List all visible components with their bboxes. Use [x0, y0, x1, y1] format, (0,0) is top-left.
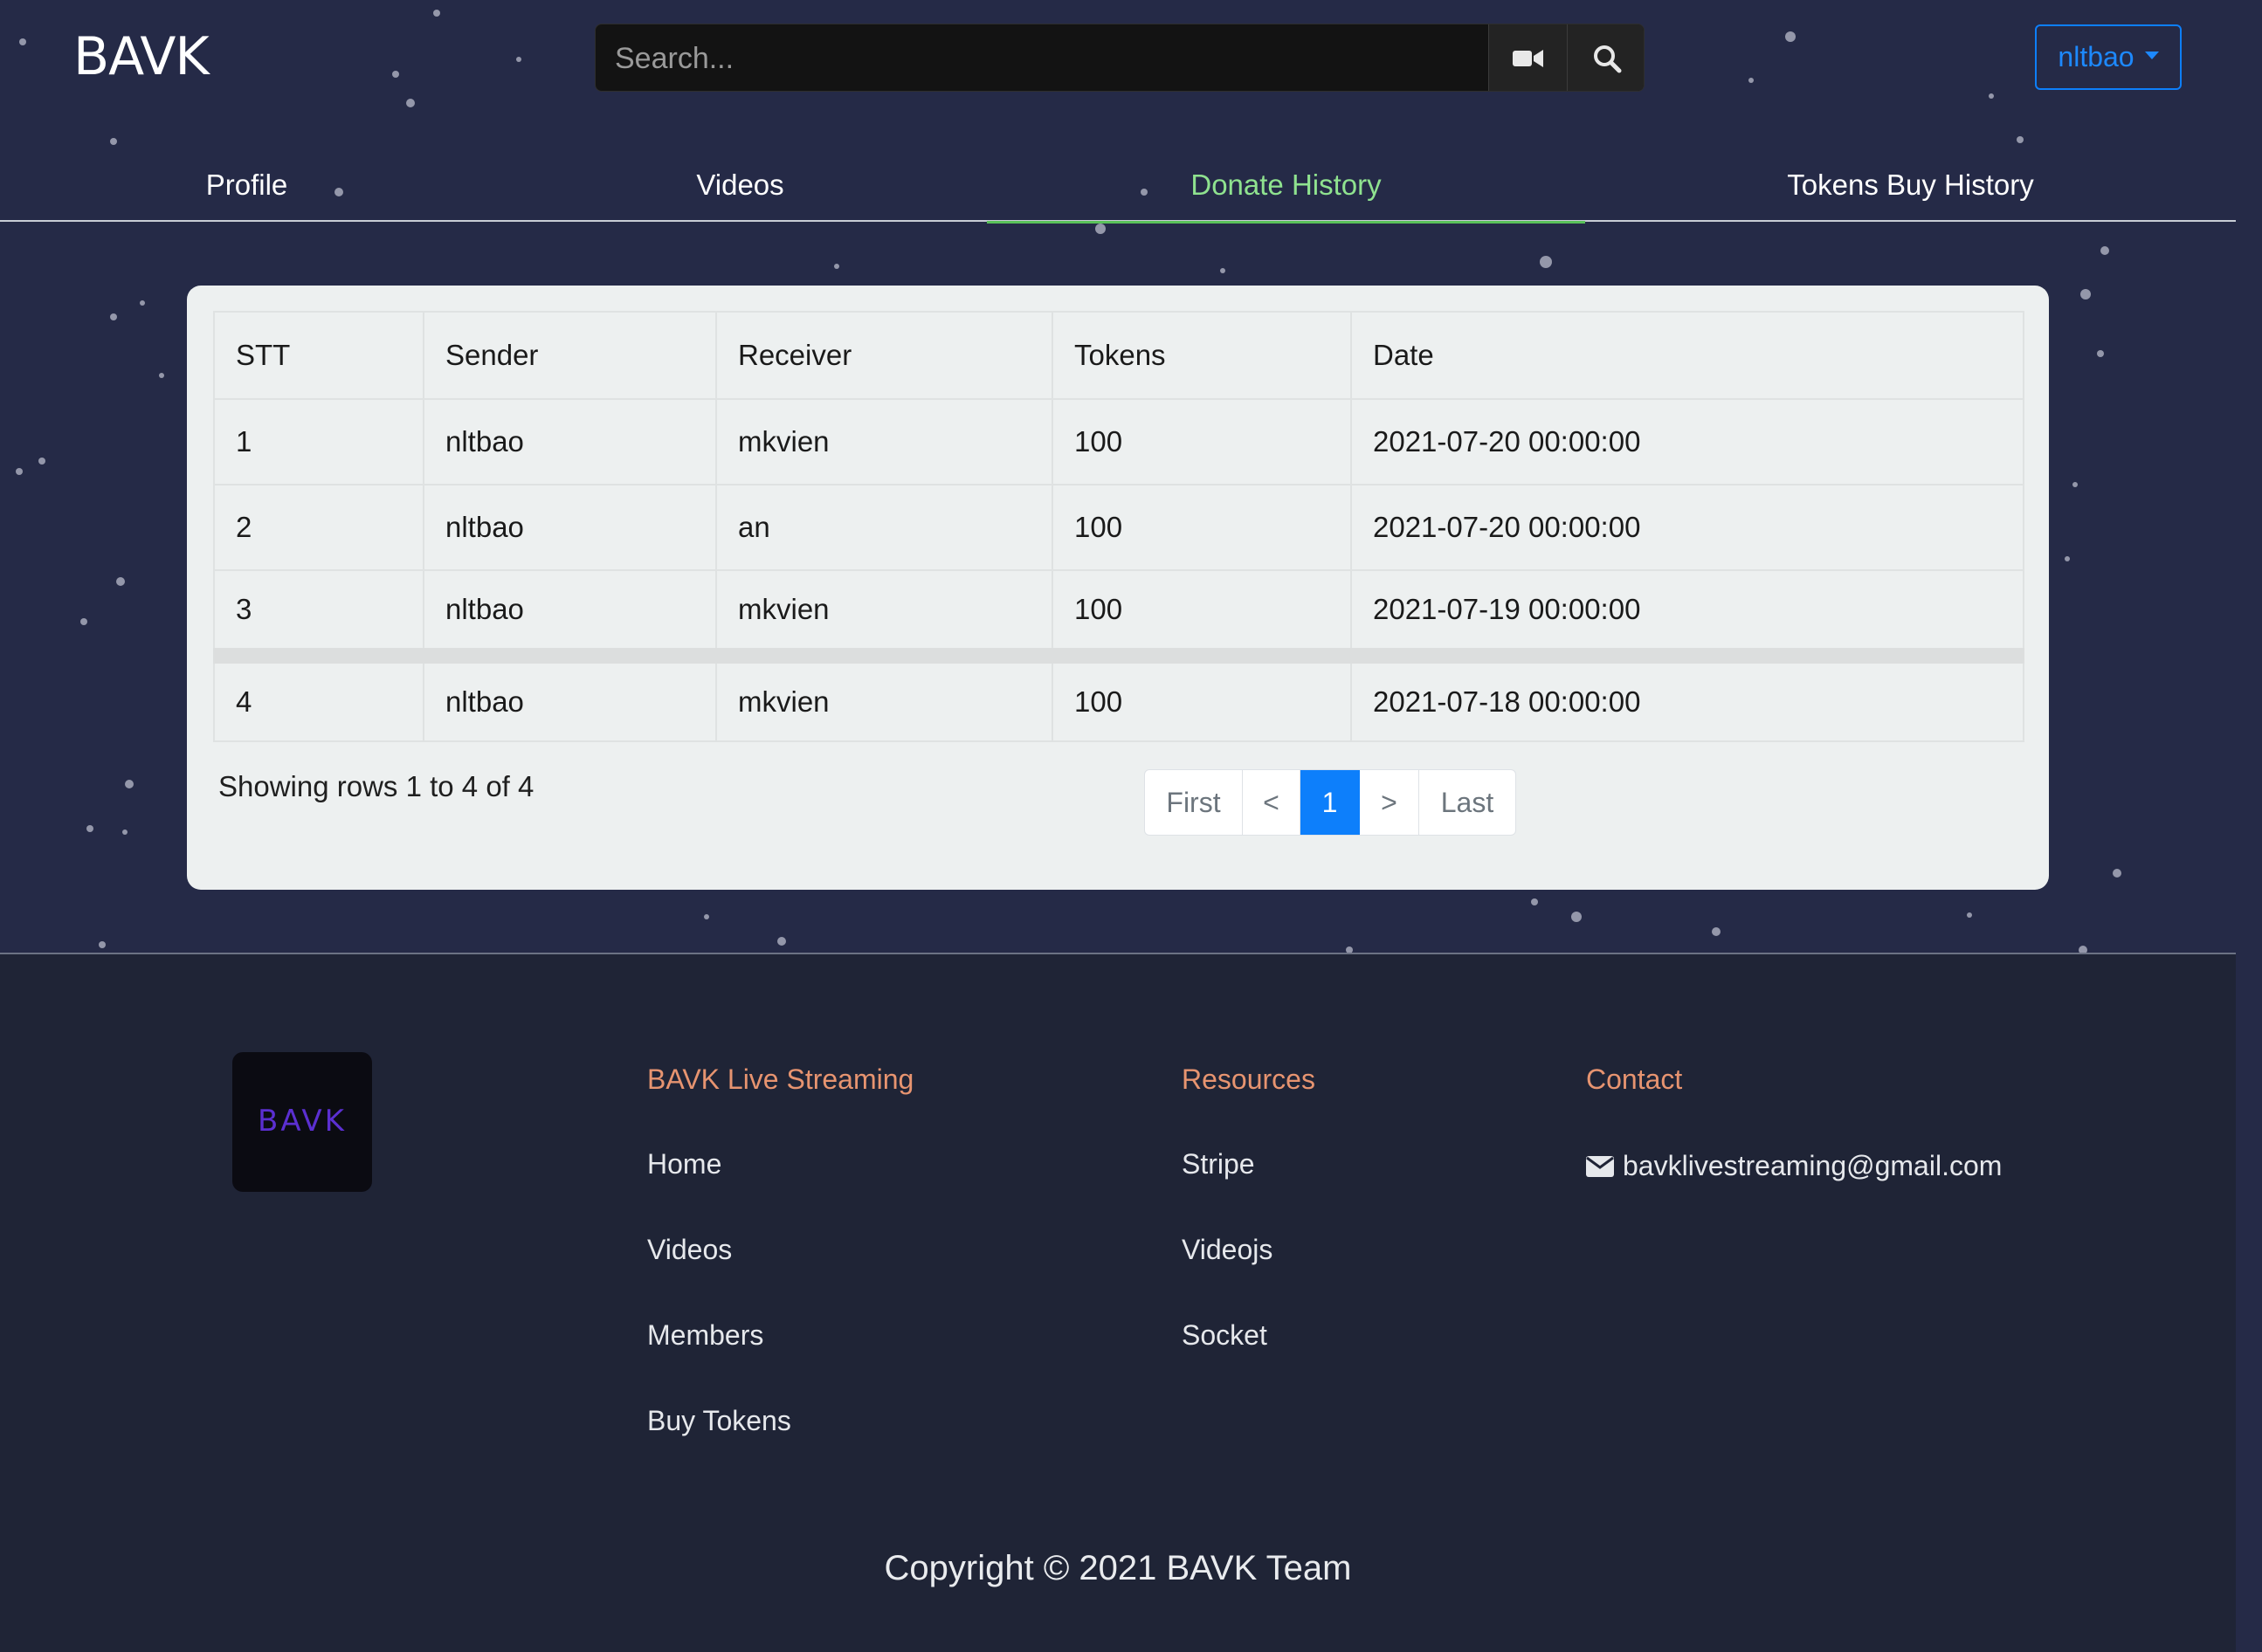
table-header-row: STT Sender Receiver Tokens Date [213, 311, 2024, 400]
footer-link-buy-tokens[interactable]: Buy Tokens [647, 1405, 791, 1437]
cell-tokens: 100 [1052, 484, 1352, 571]
bavk-logo-image: BAVK [258, 1104, 347, 1139]
cell-sender: nltbao [423, 398, 717, 485]
footer-link-videojs[interactable]: Videojs [1182, 1234, 1272, 1266]
footer-heading-contact: Contact [1586, 1063, 1683, 1095]
tab-label: Profile [205, 169, 288, 201]
footer-logo[interactable]: BAVK [232, 1052, 372, 1192]
cell-receiver: an [715, 484, 1053, 571]
tab-label: Tokens Buy History [1787, 169, 2034, 201]
cell-stt: 2 [213, 484, 424, 571]
tab-label: Videos [696, 169, 784, 201]
cell-stt: 1 [213, 398, 424, 485]
brand-logo[interactable]: BAVK [73, 26, 210, 87]
go-live-button[interactable] [1488, 24, 1567, 91]
tab-videos[interactable]: Videos [493, 148, 987, 222]
tab-profile[interactable]: Profile [0, 148, 493, 222]
page-next-button[interactable]: > [1360, 770, 1419, 835]
pagination: First < 1 > Last [1144, 769, 1516, 836]
page-prev-button[interactable]: < [1243, 770, 1300, 835]
table-row: 4 nltbao mkvien 100 2021-07-18 00:00:00 [213, 648, 2024, 742]
footer-link-home[interactable]: Home [647, 1148, 721, 1180]
cell-tokens: 100 [1052, 569, 1352, 657]
cell-receiver: mkvien [715, 569, 1053, 657]
search-icon [1593, 45, 1621, 73]
cell-date: 2021-07-20 00:00:00 [1350, 398, 2024, 485]
footer-heading-resources: Resources [1182, 1063, 1315, 1095]
caret-down-icon [2144, 52, 2159, 59]
user-menu-label: nltbao [2058, 41, 2134, 72]
cell-tokens: 100 [1052, 648, 1352, 742]
cell-tokens: 100 [1052, 398, 1352, 485]
footer-link-videos[interactable]: Videos [647, 1234, 732, 1266]
search-button[interactable] [1567, 24, 1644, 91]
column-header-receiver[interactable]: Receiver [715, 311, 1053, 400]
footer-contact-email[interactable]: bavklivestreaming@gmail.com [1586, 1150, 2002, 1182]
column-header-date[interactable]: Date [1350, 311, 2024, 400]
table-row: 3 nltbao mkvien 100 2021-07-19 00:00:00 [213, 569, 2024, 657]
tab-tokens-buy-history[interactable]: Tokens Buy History [1585, 148, 2236, 222]
cell-date: 2021-07-20 00:00:00 [1350, 484, 2024, 571]
svg-text:BAVK: BAVK [258, 1104, 347, 1139]
search-input[interactable] [596, 24, 1488, 91]
donate-history-table: STT Sender Receiver Tokens Date 1 nltbao… [213, 311, 2024, 742]
tab-label: Donate History [1190, 169, 1382, 201]
column-header-tokens[interactable]: Tokens [1052, 311, 1352, 400]
top-navbar: BAVK nltbao [0, 0, 2236, 122]
page-first-button[interactable]: First [1145, 770, 1243, 835]
copyright-text: Copyright © 2021 BAVK Team [884, 1549, 1352, 1587]
cell-sender: nltbao [423, 648, 717, 742]
table-row: 1 nltbao mkvien 100 2021-07-20 00:00:00 [213, 398, 2024, 485]
footer-email-text: bavklivestreaming@gmail.com [1623, 1150, 2003, 1181]
tab-donate-history[interactable]: Donate History [987, 148, 1585, 224]
footer-link-stripe[interactable]: Stripe [1182, 1148, 1255, 1180]
cell-sender: nltbao [423, 569, 717, 657]
column-header-sender[interactable]: Sender [423, 311, 717, 400]
site-footer: BAVK BAVK Live Streaming Home Videos Mem… [0, 953, 2236, 1652]
cell-date: 2021-07-19 00:00:00 [1350, 569, 2024, 657]
page-current-button[interactable]: 1 [1300, 770, 1360, 835]
footer-link-members[interactable]: Members [647, 1319, 763, 1352]
footer-heading-bavk: BAVK Live Streaming [647, 1063, 914, 1095]
table-row: 2 nltbao an 100 2021-07-20 00:00:00 [213, 484, 2024, 571]
cell-receiver: mkvien [715, 648, 1053, 742]
cell-sender: nltbao [423, 484, 717, 571]
cell-date: 2021-07-18 00:00:00 [1350, 648, 2024, 742]
page-last-button[interactable]: Last [1419, 770, 1515, 835]
donate-history-card: STT Sender Receiver Tokens Date 1 nltbao… [187, 286, 2049, 890]
cell-receiver: mkvien [715, 398, 1053, 485]
pagination-summary: Showing rows 1 to 4 of 4 [218, 770, 534, 802]
search-bar [595, 24, 1645, 92]
envelope-icon [1586, 1155, 1614, 1177]
user-menu-button[interactable]: nltbao [2035, 24, 2182, 90]
profile-tabs: Profile Videos Donate History Tokens Buy… [0, 148, 2236, 224]
video-camera-icon [1512, 50, 1543, 67]
cell-stt: 3 [213, 569, 424, 657]
cell-stt: 4 [213, 648, 424, 742]
column-header-stt[interactable]: STT [213, 311, 424, 400]
footer-link-socket[interactable]: Socket [1182, 1319, 1267, 1352]
